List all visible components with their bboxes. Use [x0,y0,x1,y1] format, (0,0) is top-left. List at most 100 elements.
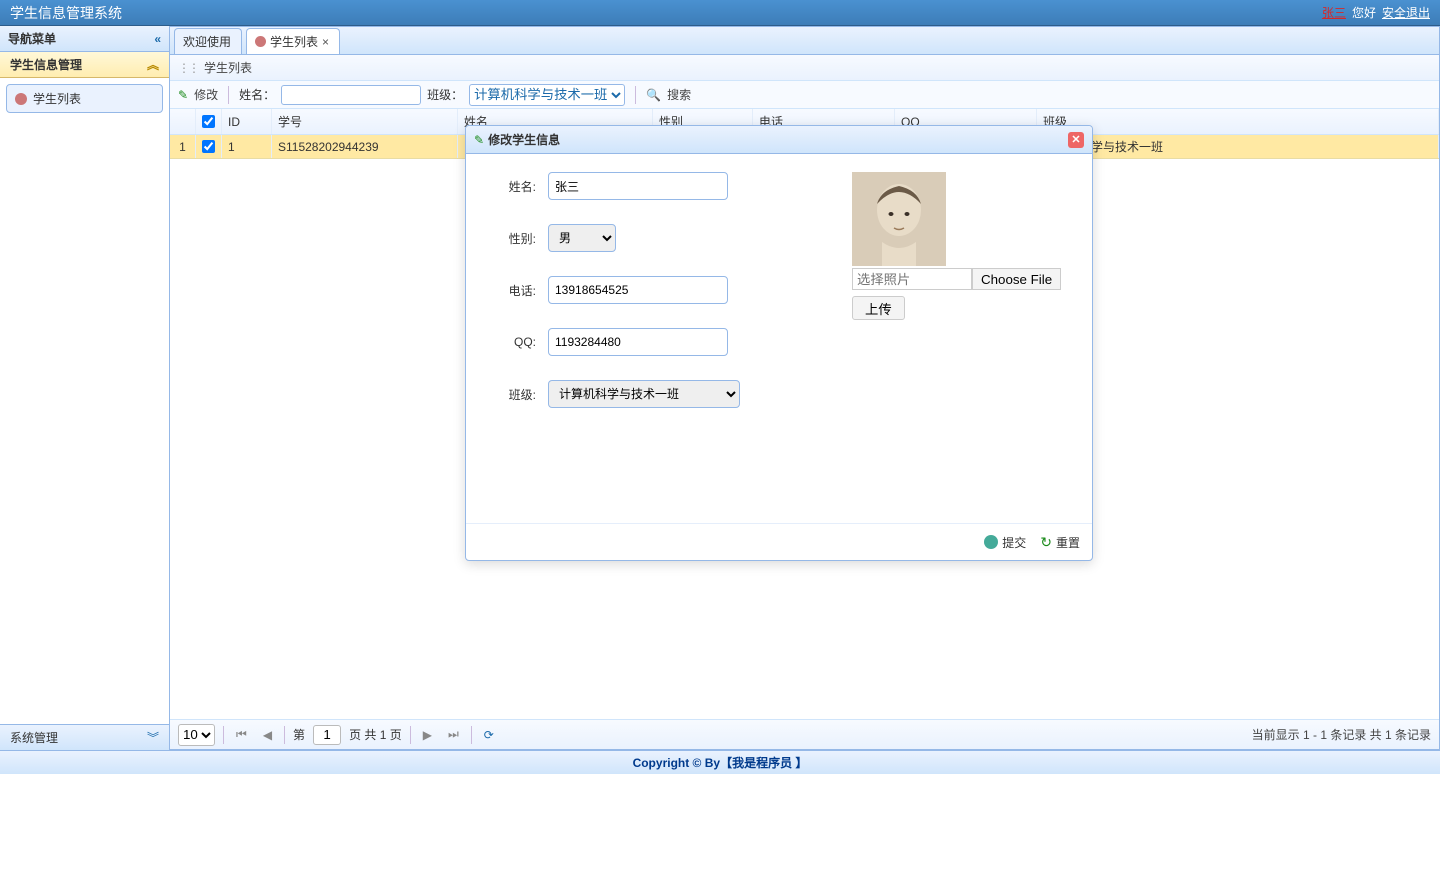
refresh-icon: ↻ [1040,534,1052,551]
tel-input[interactable] [548,276,728,304]
filter-class-label: 班级： [427,86,463,103]
name-label: 姓名: [486,178,536,195]
user-name-link[interactable]: 张三 [1322,4,1346,21]
tab-welcome[interactable]: 欢迎使用 [174,28,242,54]
class-select[interactable]: 计算机科学与技术一班 [548,380,740,408]
reset-label: 重置 [1056,534,1080,551]
col-sno-header[interactable]: 学号 [272,109,458,134]
author-link[interactable]: 【我是程序员 】 [720,754,807,771]
content: 欢迎使用 学生列表 × 学生列表 ✎ 修改 姓名： 班级： 计算机科学与技术一班… [170,26,1440,750]
dialog-body: 姓名: 性别: 男 电话: QQ: [466,154,1092,524]
panel-header: 学生列表 [170,55,1439,81]
cell-sno: S11528202944239 [272,135,458,158]
form-column: 姓名: 性别: 男 电话: QQ: [486,172,812,513]
row-checkbox[interactable] [202,140,215,153]
close-dialog-icon[interactable]: ✕ [1068,132,1084,148]
cell-checkbox [196,135,222,158]
app-header: 学生信息管理系统 张三 您好 安全退出 [0,0,1440,26]
reset-button[interactable]: ↻ 重置 [1040,534,1080,551]
cell-id: 1 [222,135,272,158]
upload-button[interactable]: 上传 [852,296,905,320]
pencil-icon: ✎ [474,133,484,147]
edit-student-dialog: ✎ 修改学生信息 ✕ 姓名: 性别: 男 [465,125,1093,561]
search-icon: 🔍 [646,88,661,102]
chevron-up-icon: ︽ [147,56,159,73]
tab-bar: 欢迎使用 学生列表 × [170,27,1439,55]
edit-button[interactable]: 修改 [194,86,218,103]
page-suffix: 页 共 1 页 [349,726,402,743]
accordion-label: 学生信息管理 [10,56,82,73]
sidebar-title: 导航菜单 [8,30,56,47]
logout-link[interactable]: 安全退出 [1382,4,1430,21]
filter-name-input[interactable] [281,85,421,105]
sex-label: 性别: [486,230,536,247]
refresh-icon[interactable]: ⟳ [480,728,498,742]
filter-class-select[interactable]: 计算机科学与技术一班 [469,84,625,106]
prev-page-icon[interactable]: ◀ [259,728,276,742]
separator [284,726,285,744]
user-icon [15,93,27,105]
sidebar-header: 导航菜单 « [0,26,169,52]
greeting-text: 您好 [1352,4,1376,21]
col-checkbox [196,109,222,134]
close-tab-icon[interactable]: × [322,35,329,49]
app-title: 学生信息管理系统 [10,3,1322,23]
sidebar: 导航菜单 « 学生信息管理 ︽ 学生列表 系统管理 ︾ [0,26,170,750]
photo-column: Choose File 上传 [852,172,1072,513]
qq-input[interactable] [548,328,728,356]
search-button[interactable]: 搜索 [667,86,691,103]
separator [228,86,229,104]
tab-label: 欢迎使用 [183,33,231,50]
cell-rownum: 1 [170,135,196,158]
class-label: 班级: [486,386,536,403]
tel-label: 电话: [486,282,536,299]
pencil-icon: ✎ [178,88,188,102]
filter-name-label: 姓名： [239,86,275,103]
page-input[interactable] [313,725,341,745]
collapse-sidebar-icon[interactable]: « [154,32,161,46]
separator [410,726,411,744]
separator [223,726,224,744]
sidebar-item-student-list[interactable]: 学生列表 [6,84,163,113]
chevron-down-icon: ︾ [147,729,159,746]
footer: Copyright © By 【我是程序员 】 [0,750,1440,774]
select-all-checkbox[interactable] [202,115,215,128]
choose-file-button[interactable]: Choose File [972,268,1061,290]
dialog-footer: 提交 ↻ 重置 [466,524,1092,560]
nav-body: 学生列表 [0,78,169,724]
accordion-label: 系统管理 [10,729,58,746]
cell-class: 计算机科学与技术一班 [1037,135,1439,158]
tab-label: 学生列表 [270,33,318,50]
pager: 10 ⏮ ◀ 第 页 共 1 页 ▶ ⏭ ⟳ 当前显示 1 - 1 条记录 共 … [170,719,1439,749]
accordion-system-mgmt[interactable]: 系统管理 ︾ [0,724,169,750]
dialog-header[interactable]: ✎ 修改学生信息 ✕ [466,126,1092,154]
user-icon [255,36,266,47]
first-page-icon[interactable]: ⏮ [232,727,251,742]
user-icon [984,535,998,549]
page-size-select[interactable]: 10 [178,724,215,746]
name-input[interactable] [548,172,728,200]
toolbar: ✎ 修改 姓名： 班级： 计算机科学与技术一班 🔍 搜索 [170,81,1439,109]
dialog-title: 修改学生信息 [488,131,1068,148]
qq-label: QQ: [486,335,536,349]
avatar [852,172,946,266]
tab-student-list[interactable]: 学生列表 × [246,28,340,54]
data-grid: ID 学号 姓名 性别 电话 QQ 班级 1 1 S11528202944239… [170,109,1439,719]
panel-title: 学生列表 [204,59,252,76]
col-id-header[interactable]: ID [222,109,272,134]
separator [635,86,636,104]
accordion-student-info[interactable]: 学生信息管理 ︽ [0,52,169,78]
sex-select[interactable]: 男 [548,224,616,252]
copyright-text: Copyright © By [633,756,721,770]
photo-path-input[interactable] [852,268,972,290]
user-area: 张三 您好 安全退出 [1322,4,1430,21]
page-prefix: 第 [293,726,305,743]
col-class-header[interactable]: 班级 [1037,109,1439,134]
pager-info: 当前显示 1 - 1 条记录 共 1 条记录 [1252,726,1431,743]
sidebar-item-label: 学生列表 [33,90,81,107]
separator [471,726,472,744]
last-page-icon[interactable]: ⏭ [444,727,463,742]
submit-label: 提交 [1002,534,1026,551]
next-page-icon[interactable]: ▶ [419,728,436,742]
submit-button[interactable]: 提交 [984,534,1026,551]
